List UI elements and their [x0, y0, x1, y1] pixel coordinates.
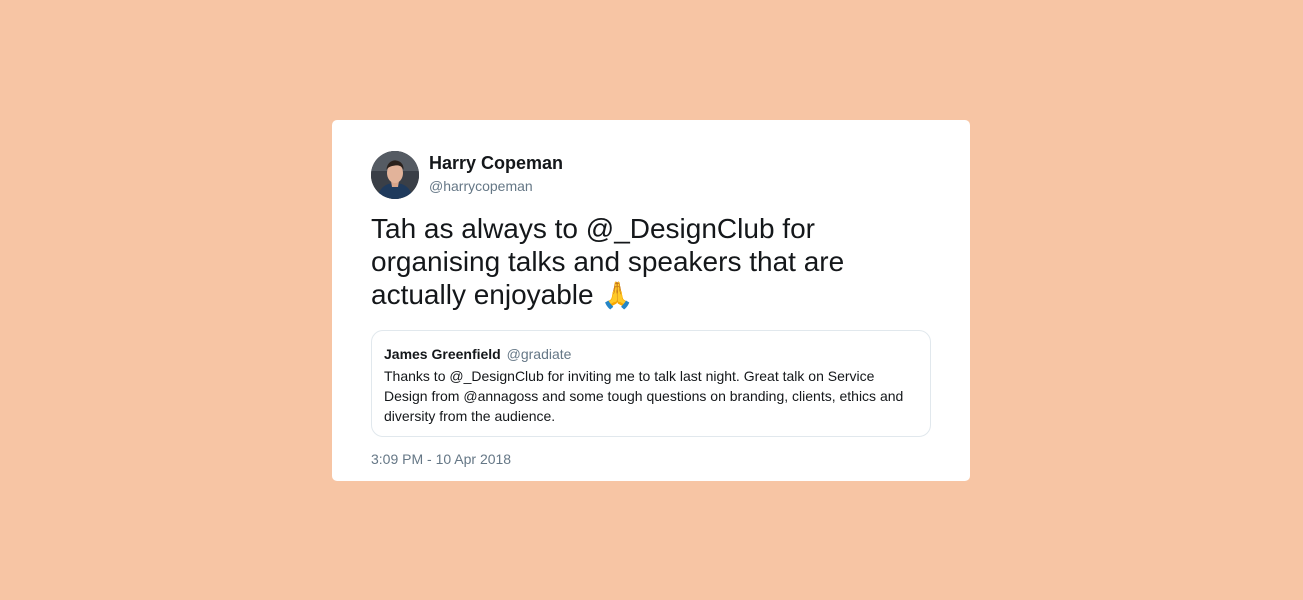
author-name[interactable]: Harry Copeman [429, 153, 563, 174]
quoted-tweet-header: James Greenfield @gradiate [384, 345, 918, 363]
quoted-tweet[interactable]: James Greenfield @gradiate Thanks to @_D… [371, 330, 931, 437]
quoted-tweet-text: Thanks to @_DesignClub for inviting me t… [384, 368, 904, 424]
folded-hands-icon: 🙏 [601, 281, 634, 311]
avatar-photo-icon [371, 151, 419, 199]
tweet-text: Tah as always to @_DesignClub for organi… [371, 212, 911, 313]
author-handle[interactable]: @harrycopeman [429, 178, 533, 194]
tweet-card: Harry Copeman @harrycopeman Tah as alway… [332, 120, 970, 481]
avatar[interactable] [371, 151, 419, 199]
quoted-author-handle: @gradiate [506, 346, 572, 362]
quoted-author-name: James Greenfield [384, 346, 501, 362]
tweet-timestamp[interactable]: 3:09 PM - 10 Apr 2018 [371, 451, 511, 467]
